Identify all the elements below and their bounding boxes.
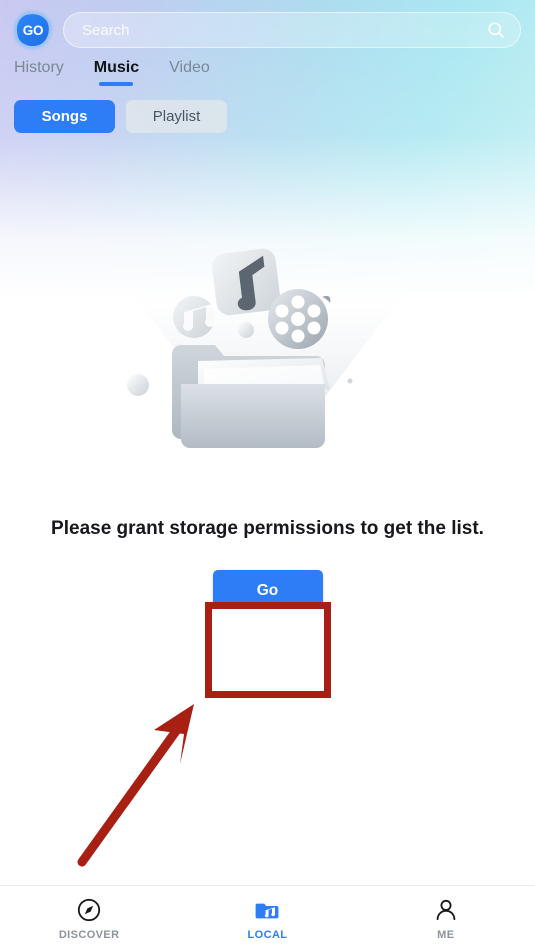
compass-icon — [78, 898, 101, 921]
segment-songs[interactable]: Songs — [14, 100, 115, 133]
app-root: GO Search History Music Video Songs Play… — [0, 0, 535, 951]
go-button-wrapper: Go — [212, 570, 323, 612]
decor-dot — [237, 322, 254, 338]
tab-video[interactable]: Video — [169, 58, 210, 86]
disc-icon — [172, 296, 215, 338]
app-logo: GO — [14, 11, 52, 49]
go-button[interactable]: Go — [212, 570, 323, 612]
decor-dot — [347, 378, 352, 384]
search-input[interactable]: Search — [82, 22, 486, 39]
tab-history[interactable]: History — [14, 58, 64, 86]
nav-label-local: LOCAL — [247, 928, 288, 941]
main-content: Please grant storage permissions to get … — [0, 133, 535, 885]
nav-item-me[interactable]: ME — [357, 886, 535, 951]
nav-item-local[interactable]: LOCAL — [178, 886, 356, 951]
nav-label-discover: DISCOVER — [58, 928, 120, 941]
search-icon[interactable] — [486, 20, 506, 40]
app-header: GO Search — [0, 0, 535, 52]
folder-icon — [171, 345, 330, 448]
bottom-navigation: DISCOVER LOCAL ME — [0, 885, 535, 951]
empty-state-message: Please grant storage permissions to get … — [51, 518, 484, 539]
decor-dot — [126, 374, 149, 396]
search-bar[interactable]: Search — [63, 12, 521, 48]
segment-playlist[interactable]: Playlist — [126, 100, 227, 133]
category-tabs: History Music Video — [0, 52, 535, 88]
music-folder-icon — [256, 903, 279, 918]
nav-label-me: ME — [437, 928, 455, 941]
empty-folder-media-illustration — [126, 248, 406, 448]
tab-music[interactable]: Music — [94, 58, 139, 86]
logo-text: GO — [22, 22, 44, 38]
person-icon — [436, 899, 456, 920]
segmented-control: Songs Playlist — [0, 88, 535, 133]
nav-item-discover[interactable]: DISCOVER — [0, 886, 178, 951]
